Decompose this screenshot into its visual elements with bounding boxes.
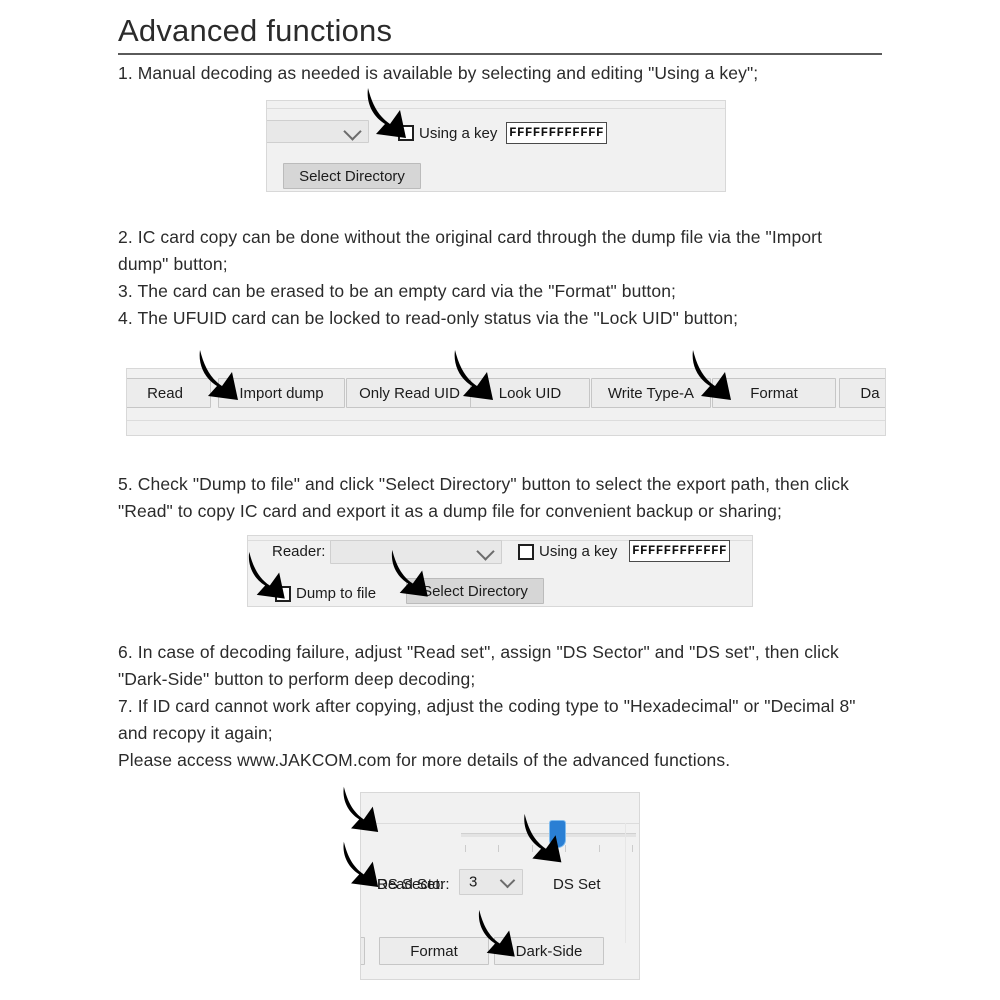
key-value-input[interactable]: FFFFFFFFFFFF [506,122,607,144]
panel-bottom-divider [127,420,885,421]
chevron-down-icon-2 [476,542,495,561]
partial-left-button[interactable] [361,937,365,965]
steps-6-to-7-text: 6. In case of decoding failure, adjust "… [118,642,856,770]
panel-top-divider-3 [361,823,639,824]
dark-side-button[interactable]: Da [839,378,885,408]
panel-reader-dump: Reader: Using a key FFFFFFFFFFFF Dump to… [247,535,753,607]
annotation-arrow-look-uid [443,348,505,410]
ds-set-label: DS Set [553,876,601,893]
dump-to-file-label: Dump to file [296,585,377,602]
select-directory-button[interactable]: Select Directory [283,163,421,189]
chevron-down-icon-3 [499,872,516,889]
using-a-key-checkbox-2[interactable] [518,544,534,560]
annotation-arrow-dark-side [468,908,526,966]
using-a-key-label-2: Using a key [539,543,618,560]
ds-sector-value: 3 [469,873,478,891]
annotation-arrow-ds-set [513,812,573,872]
annotation-arrow-read-set [333,785,389,841]
step-5-text: 5. Check "Dump to file" and click "Selec… [118,474,849,521]
step-1-text: 1. Manual decoding as needed is availabl… [118,63,759,83]
title-underline-divider [118,53,882,55]
ds-sector-dropdown[interactable]: 3 [459,869,523,895]
using-a-key-label: Using a key [419,125,498,142]
annotation-arrow-import-dump [188,348,250,410]
reader-dropdown-visible[interactable] [267,120,369,143]
key-value-input-2[interactable]: FFFFFFFFFFFF [629,540,730,562]
panel-top-divider [267,108,725,109]
annotation-arrow-dump-to-file [238,550,296,608]
annotation-arrow-select-directory [381,548,439,606]
panel-key-settings: Using a key FFFFFFFFFFFF Select Director… [266,100,726,192]
annotation-arrow-format [681,348,743,410]
steps-2-to-4-text: 2. IC card copy can be done without the … [118,227,823,328]
annotation-arrow-ds-sector [333,840,389,896]
panel-right-faint-edge [625,823,626,943]
page-title: Advanced functions [118,13,393,48]
annotation-arrow-using-a-key [356,86,418,148]
